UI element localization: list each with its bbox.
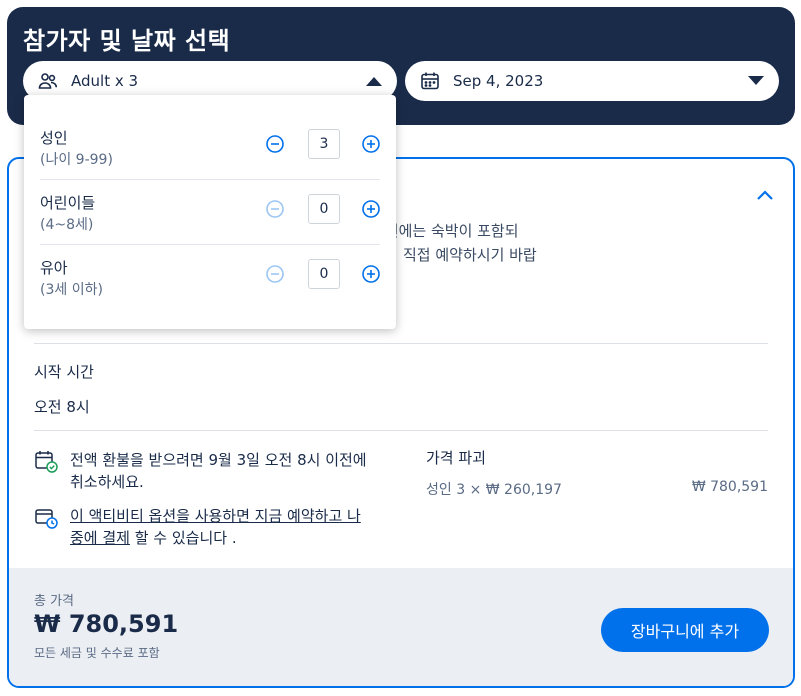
price-breakdown-title: 가격 파괴 — [426, 449, 486, 467]
divider — [34, 430, 768, 431]
total-price-note: 모든 세금 및 수수료 포함 — [34, 646, 160, 660]
quantity-value[interactable]: 0 — [308, 259, 340, 289]
caret-up-icon — [365, 72, 383, 90]
total-footer: 총 가격 ₩ 780,591 모든 세금 및 수수료 포함 장바구니에 추가 — [9, 568, 793, 686]
people-icon — [37, 70, 59, 92]
participants-dropdown: 성인 (나이 9-99) 3 어린이들 (4~8세) 0 유아 (3세 이하) … — [24, 95, 396, 329]
quantity-value[interactable]: 0 — [308, 194, 340, 224]
calendar-icon — [419, 70, 441, 92]
participants-label: Adult x 3 — [71, 72, 139, 90]
start-time-label: 시작 시간 — [34, 363, 94, 381]
pay-later-suffix: 할 수 있습니다 . — [129, 529, 237, 547]
participant-row-child: 어린이들 (4~8세) 0 — [40, 180, 380, 244]
participant-age: (4~8세) — [40, 217, 94, 233]
price-breakdown-line: 성인 3 × ₩ 260,197 — [426, 482, 562, 498]
wallet-clock-icon — [34, 505, 58, 529]
date-selector[interactable]: Sep 4, 2023 — [405, 61, 779, 101]
add-to-cart-button[interactable]: 장바구니에 추가 — [601, 608, 769, 652]
participant-age: (나이 9-99) — [40, 152, 113, 168]
plus-circle-icon[interactable] — [360, 263, 382, 285]
total-price-label: 총 가격 — [34, 594, 75, 609]
minus-circle-icon[interactable] — [264, 263, 286, 285]
caret-down-icon — [747, 72, 765, 90]
start-time-value: 오전 8시 — [34, 398, 90, 416]
participant-name: 성인 — [40, 129, 68, 147]
total-price-value: ₩ 780,591 — [34, 610, 179, 638]
refund-text: 전액 환불을 받으려면 9월 3일 오전 8시 이전에 취소하세요. — [70, 451, 367, 491]
minus-circle-icon[interactable] — [264, 198, 286, 220]
participant-age: (3세 이하) — [40, 282, 103, 298]
participant-row-infant: 유아 (3세 이하) 0 — [40, 245, 380, 309]
page-title: 참가자 및 날짜 선택 — [23, 27, 231, 55]
participant-row-adult: 성인 (나이 9-99) 3 — [40, 115, 380, 179]
minus-circle-icon[interactable] — [264, 133, 286, 155]
divider — [34, 343, 768, 344]
date-label: Sep 4, 2023 — [453, 72, 544, 90]
calendar-check-icon — [34, 449, 58, 473]
participant-name: 어린이들 — [40, 194, 96, 212]
pay-later-info: 이 액티비티 옵션을 사용하면 지금 예약하고 나중에 결제 할 수 있습니다 … — [34, 505, 370, 549]
chevron-up-icon[interactable] — [755, 185, 775, 205]
pay-later-text: 이 액티비티 옵션을 사용하면 지금 예약하고 나중에 결제 할 수 있습니다 … — [70, 505, 370, 549]
participant-name: 유아 — [40, 259, 68, 277]
price-breakdown-amount: ₩ 780,591 — [691, 479, 768, 495]
refund-info: 전액 환불을 받으려면 9월 3일 오전 8시 이전에 취소하세요. — [34, 449, 370, 493]
quantity-value[interactable]: 3 — [308, 129, 340, 159]
plus-circle-icon[interactable] — [360, 133, 382, 155]
plus-circle-icon[interactable] — [360, 198, 382, 220]
